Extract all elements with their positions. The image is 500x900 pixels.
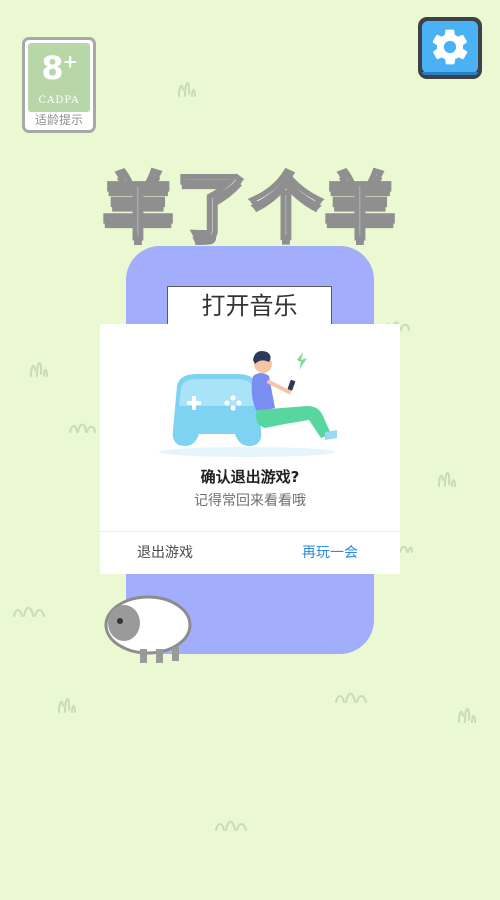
grass-decoration — [30, 362, 48, 377]
grass-decoration — [13, 606, 45, 617]
grass-decoration — [438, 472, 456, 487]
age-rating-panel: 8+ CADPA — [28, 43, 90, 112]
grass-decoration — [215, 820, 247, 831]
age-rating-badge: 8+ CADPA 适龄提示 — [22, 37, 96, 133]
exit-game-button[interactable]: 退出游戏 — [100, 532, 250, 574]
grass-decoration — [399, 545, 413, 553]
age-rating-tip: 适龄提示 — [34, 113, 83, 127]
grass-decoration — [178, 82, 196, 97]
open-music-button[interactable]: 打开音乐 — [167, 286, 332, 326]
game-screen: { "age_rating": { "age": "8", "plus": "+… — [0, 0, 500, 900]
sheep-icon — [104, 595, 192, 663]
age-rating-plus: + — [62, 51, 78, 73]
age-rating-age: 8 — [41, 49, 63, 87]
exit-confirm-dialog: 确认退出游戏? 记得常回来看看哦 退出游戏 再玩一会 — [100, 324, 400, 574]
grass-decoration — [335, 692, 367, 703]
keep-playing-button[interactable]: 再玩一会 — [250, 532, 400, 574]
grass-decoration — [458, 708, 476, 723]
age-rating-org: CADPA — [38, 95, 80, 106]
dialog-subtitle: 记得常回来看看哦 — [194, 493, 306, 509]
gamepad-person-illustration — [159, 351, 337, 457]
settings-button[interactable] — [418, 17, 482, 79]
dialog-title: 确认退出游戏? — [200, 468, 300, 486]
grass-decoration — [69, 423, 96, 433]
gear-icon — [432, 29, 468, 65]
age-rating-number: 8+ — [28, 49, 90, 87]
grass-decoration — [58, 698, 76, 713]
game-title: 羊了个羊 — [100, 164, 398, 251]
